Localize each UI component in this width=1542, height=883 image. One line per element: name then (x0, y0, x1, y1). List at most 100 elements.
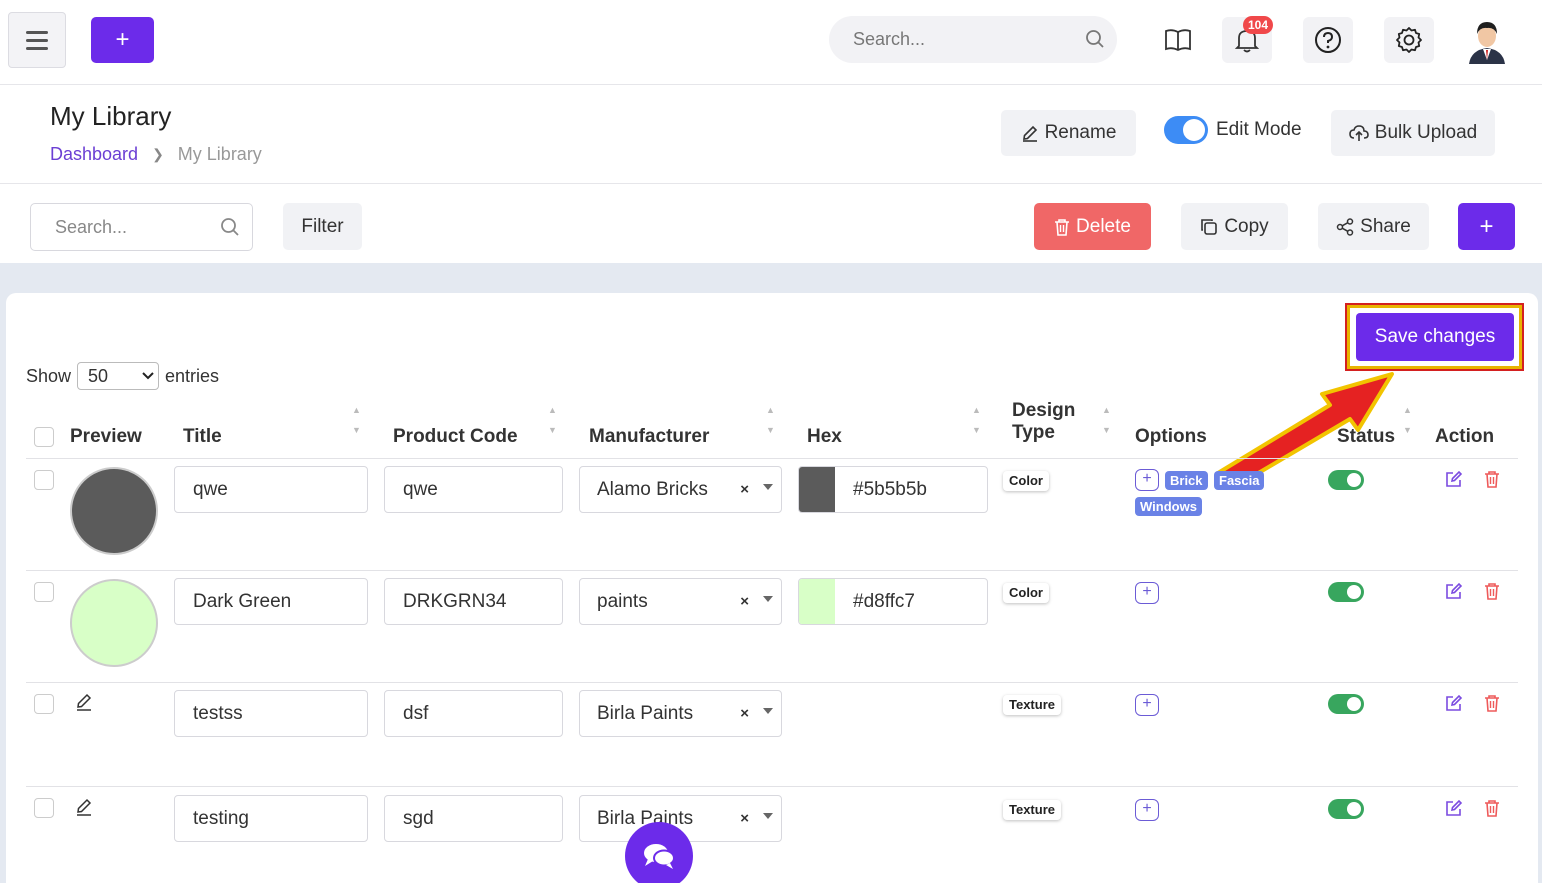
global-search-input[interactable] (853, 16, 1083, 63)
sort-manufacturer-icon[interactable]: ▲ ▼ (766, 405, 775, 435)
add-option-button[interactable]: + (1135, 799, 1159, 821)
chevron-down-icon (142, 372, 154, 380)
add-option-button[interactable]: + (1135, 582, 1159, 604)
add-option-button[interactable]: + (1135, 469, 1159, 491)
row-checkbox[interactable] (34, 694, 54, 714)
manufacturer-select[interactable]: Birla Paints × (579, 690, 782, 737)
trash-icon (1055, 218, 1070, 236)
status-toggle[interactable] (1328, 694, 1364, 714)
cloud-upload-icon (1348, 125, 1369, 141)
row-checkbox[interactable] (34, 582, 54, 602)
rename-button[interactable]: Rename (1001, 110, 1136, 156)
pencil-icon[interactable] (75, 693, 93, 711)
edit-icon[interactable] (1445, 582, 1463, 600)
sort-code-icon[interactable]: ▲ ▼ (548, 405, 557, 435)
sort-type-icon[interactable]: ▲ ▼ (1102, 405, 1111, 435)
caret-down-icon (763, 813, 773, 819)
column-design-type[interactable]: Design Type (1012, 400, 1075, 444)
show-entries: Show 50 entries (26, 362, 219, 390)
delete-row-icon[interactable] (1484, 799, 1500, 817)
column-hex[interactable]: Hex (807, 426, 842, 448)
sort-title-icon[interactable]: ▲ ▼ (352, 405, 361, 435)
status-toggle[interactable] (1328, 582, 1364, 602)
library-search-input[interactable] (55, 204, 225, 250)
share-button[interactable]: Share (1318, 203, 1429, 250)
row-checkbox[interactable] (34, 798, 54, 818)
hex-input[interactable]: #d8ffc7 (798, 578, 988, 625)
user-avatar[interactable] (1463, 16, 1511, 64)
clear-icon[interactable]: × (740, 481, 749, 498)
caret-down-icon (763, 708, 773, 714)
product-code-input[interactable]: dsf (384, 690, 563, 737)
column-options[interactable]: Options (1135, 426, 1207, 448)
breadcrumb: Dashboard ❯ My Library (50, 144, 262, 165)
bulk-upload-button[interactable]: Bulk Upload (1331, 110, 1495, 156)
column-preview[interactable]: Preview (70, 426, 142, 448)
column-design-type-line1: Design (1012, 400, 1076, 421)
help-button[interactable] (1303, 17, 1353, 63)
title-input[interactable]: testss (174, 690, 368, 737)
option-tag: Fascia (1214, 471, 1265, 490)
column-design-type-line2: Type (1012, 422, 1055, 443)
status-toggle[interactable] (1328, 799, 1364, 819)
breadcrumb-dashboard-link[interactable]: Dashboard (50, 144, 138, 165)
sort-status-icon[interactable]: ▲ ▼ (1403, 405, 1412, 435)
settings-button[interactable] (1384, 17, 1434, 63)
design-type-badge: Texture (1003, 695, 1061, 715)
breadcrumb-current: My Library (177, 144, 262, 164)
delete-row-icon[interactable] (1484, 582, 1500, 600)
preview-swatch (70, 467, 158, 555)
add-item-button[interactable]: + (1458, 203, 1515, 250)
column-manufacturer[interactable]: Manufacturer (589, 426, 709, 448)
manufacturer-value: Birla Paints (597, 702, 694, 724)
header-row-divider (26, 458, 1518, 459)
edit-icon[interactable] (1445, 694, 1463, 712)
column-title[interactable]: Title (183, 426, 222, 448)
sort-hex-icon[interactable]: ▲ ▼ (972, 405, 981, 435)
title-input[interactable]: qwe (174, 466, 368, 513)
title-input[interactable]: testing (174, 795, 368, 842)
clear-icon[interactable]: × (740, 593, 749, 610)
add-option-button[interactable]: + (1135, 694, 1159, 716)
question-circle-icon (1315, 27, 1341, 53)
status-toggle[interactable] (1328, 470, 1364, 490)
delete-button[interactable]: Delete (1034, 203, 1151, 250)
row-checkbox[interactable] (34, 470, 54, 490)
edit-icon[interactable] (1445, 799, 1463, 817)
column-action[interactable]: Action (1435, 426, 1494, 448)
design-type-badge: Texture (1003, 800, 1061, 820)
book-button[interactable] (1153, 17, 1203, 63)
hex-swatch (799, 579, 835, 624)
rename-label: Rename (1044, 122, 1117, 143)
select-all-checkbox[interactable] (34, 427, 54, 447)
entries-select[interactable]: 50 (77, 362, 160, 390)
column-product-code[interactable]: Product Code (393, 426, 518, 448)
clear-icon[interactable]: × (740, 705, 749, 722)
search-icon (221, 218, 239, 236)
delete-row-icon[interactable] (1484, 694, 1500, 712)
title-input[interactable]: Dark Green (174, 578, 368, 625)
pencil-icon[interactable] (75, 798, 93, 816)
product-code-input[interactable]: sgd (384, 795, 563, 842)
manufacturer-select[interactable]: Alamo Bricks × (579, 466, 782, 513)
copy-button[interactable]: Copy (1181, 203, 1288, 250)
product-code-input[interactable]: qwe (384, 466, 563, 513)
column-status[interactable]: Status (1337, 426, 1395, 448)
delete-row-icon[interactable] (1484, 470, 1500, 488)
chat-button[interactable] (625, 822, 693, 883)
entries-label: entries (165, 365, 220, 386)
save-changes-button[interactable]: Save changes (1356, 313, 1514, 361)
edit-mode-toggle[interactable] (1164, 116, 1208, 144)
edit-icon[interactable] (1445, 470, 1463, 488)
hex-input[interactable]: #5b5b5b (798, 466, 988, 513)
filter-label: Filter (301, 215, 344, 237)
clear-icon[interactable]: × (740, 810, 749, 827)
caret-down-icon (763, 484, 773, 490)
manufacturer-select[interactable]: paints × (579, 578, 782, 625)
copy-label: Copy (1224, 215, 1269, 237)
breadcrumb-separator-icon: ❯ (152, 146, 164, 162)
menu-toggle-button[interactable] (8, 12, 66, 68)
product-code-input[interactable]: DRKGRN34 (384, 578, 563, 625)
filter-button[interactable]: Filter (283, 203, 362, 250)
top-add-button[interactable]: + (91, 17, 154, 63)
